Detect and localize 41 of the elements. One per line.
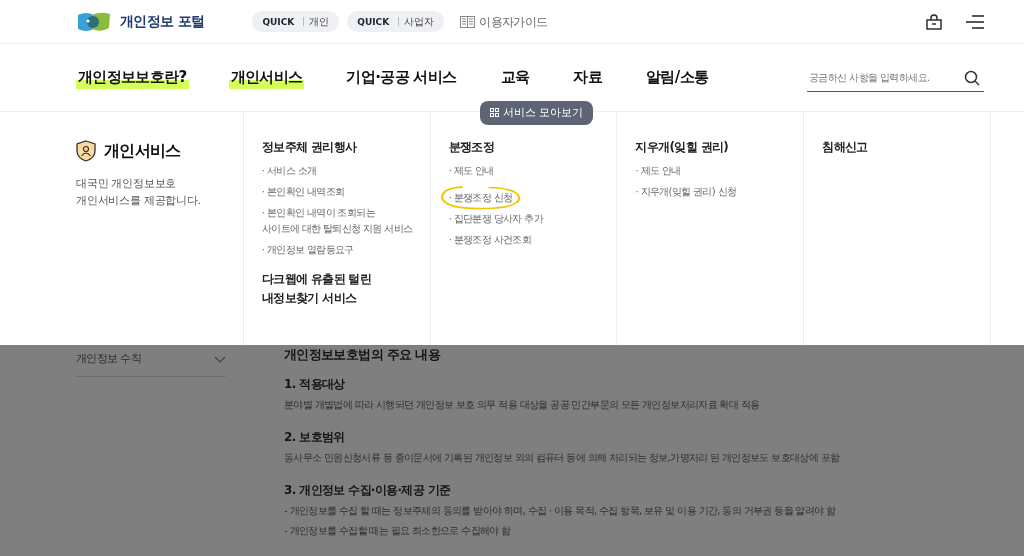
quick-link-button[interactable]: QUICK 사업자	[347, 10, 445, 33]
body-text: 동사무소 민원신청서류 등 종이문서에 기록된 개인정보 외의 컴퓨터 등에 의해 처리되는 정보,가명처리 된 개인정보도 보호대상에 포함	[284, 450, 840, 465]
menu-link[interactable]: · 제도 안내	[448, 163, 603, 180]
body-text: - 개인정보를 수집 할 때는 정보주체의 동의를 받아야 하며, 수집 · 이용 목적, 수집 항목, 보유 및 이용 기간, 동의 거부권 등을 알려야 함	[284, 503, 837, 518]
menu-link[interactable]: · 본인확인 내역이 조회되는 사이트에 대한 탈퇴신청 지원 서비스	[261, 205, 416, 238]
lock-icon[interactable]	[926, 13, 942, 30]
body-text: - 개인정보를 수집할 때는 필요 최소한으로 수집해야 함	[284, 523, 512, 538]
menu-link[interactable]: · 지우개(잊힐 권리) 신청	[635, 184, 790, 201]
menu-link[interactable]: · 집단분쟁 당사자 추가	[448, 211, 603, 228]
nav-menu-item[interactable]: 알림/소통	[644, 66, 711, 89]
logo-text[interactable]: 개인정보 포털	[120, 11, 205, 32]
menu-link[interactable]: · 서비스 소개	[261, 163, 416, 180]
shield-person-icon	[76, 140, 96, 162]
menu-group-title[interactable]: 침해신고	[822, 138, 977, 158]
quick-link-button[interactable]: QUICK 개인	[252, 10, 340, 33]
section-heading: 3. 개인정보 수집·이용·제공 기준	[284, 481, 452, 499]
menu-group-title[interactable]: 정보주체 권리행사	[261, 138, 416, 158]
nav-menu-item[interactable]: 자료	[571, 66, 605, 89]
section-heading: 1. 적용대상	[284, 375, 346, 393]
menu-link[interactable]: · 분쟁조정 사건조회	[448, 232, 603, 249]
menu-group-title[interactable]: 지우개(잊힐 권리)	[635, 138, 790, 158]
service-overview-button[interactable]: 서비스 모아보기	[480, 101, 594, 125]
logo-icon	[76, 10, 112, 33]
book-icon	[460, 15, 476, 28]
menu-icon[interactable]	[966, 14, 984, 29]
menu-title: 개인서비스	[104, 140, 181, 162]
body-text: 분야별 개별법에 따라 시행되던 개인정보 보호 의무 적용 대상을 공공 민간부문의 모든 개인정보처리자료 확대 적용	[284, 397, 761, 412]
nav-menu-item[interactable]: 교육	[498, 66, 532, 89]
menu-link[interactable]: · 분쟁조정 신청	[436, 184, 523, 213]
sidebar-item[interactable]: 개인정보 수칙	[76, 351, 226, 377]
menu-link[interactable]: · 본인확인 내역조회	[261, 184, 416, 201]
section-heading: 2. 보호범위	[284, 428, 346, 446]
menu-group-title[interactable]: 다크웹에 유출된 털린 내정보찾기 서비스	[261, 270, 416, 309]
guide-link[interactable]: 이용자가이드	[479, 12, 548, 31]
menu-group-title[interactable]: 분쟁조정	[448, 138, 603, 158]
section-title: 개인정보보호법의 주요 내용	[284, 346, 442, 364]
nav-menu-item[interactable]: 기업·공공 서비스	[344, 66, 459, 89]
menu-link[interactable]: · 개인정보 열람등요구	[261, 242, 416, 259]
menu-description: 대국민 개인정보보호 개인서비스를 제공합니다.	[76, 176, 202, 208]
grid-icon	[490, 108, 499, 118]
menu-link[interactable]: · 제도 안내	[635, 163, 790, 180]
